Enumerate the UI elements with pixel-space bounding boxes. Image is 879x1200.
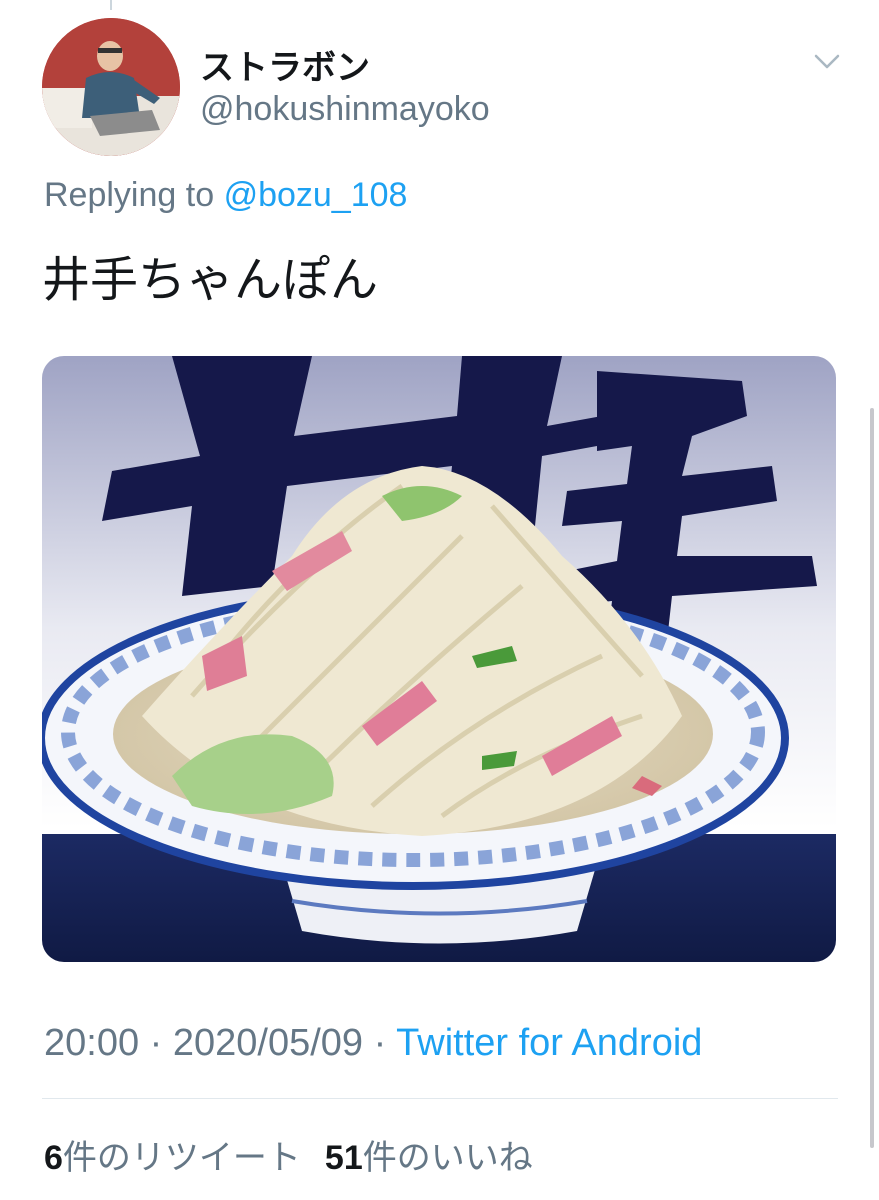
tweet-stats: 6件のリツイート 51件のいいね	[44, 1130, 533, 1179]
reply-mention-link[interactable]: @bozu_108	[224, 176, 408, 214]
chevron-down-icon[interactable]	[812, 50, 842, 74]
retweets-stat[interactable]: 6件のリツイート	[44, 1138, 301, 1178]
like-count: 51	[324, 1139, 363, 1177]
replying-to: Replying to @bozu_108	[44, 176, 407, 215]
tweet-photo[interactable]	[42, 356, 836, 962]
like-label: 件のいいね	[362, 1138, 533, 1178]
likes-stat[interactable]: 51件のいいね	[325, 1138, 533, 1178]
tweet-date: 2020/05/09	[172, 1022, 364, 1064]
replying-to-label: Replying to	[44, 176, 215, 214]
divider	[42, 1098, 838, 1099]
meta-separator: ·	[149, 1022, 163, 1064]
tweet-meta: 20:00 · 2020/05/09 · Twitter for Android	[44, 1022, 702, 1065]
tweet-text: 井手ちゃんぽん	[42, 252, 379, 308]
tweet-time: 20:00	[44, 1022, 140, 1064]
avatar[interactable]	[42, 18, 180, 156]
tweet-source-link[interactable]: Twitter for Android	[396, 1022, 702, 1064]
scrollbar[interactable]	[870, 408, 874, 1148]
display-name[interactable]: ストラボン	[200, 40, 370, 89]
retweet-label: 件のリツイート	[62, 1138, 301, 1178]
avatar-image	[42, 18, 180, 156]
retweet-count: 6	[44, 1139, 63, 1177]
ramen-photo	[42, 356, 836, 962]
thread-connector	[110, 0, 112, 10]
user-handle[interactable]: @hokushinmayoko	[200, 90, 490, 129]
meta-separator: ·	[373, 1022, 387, 1064]
